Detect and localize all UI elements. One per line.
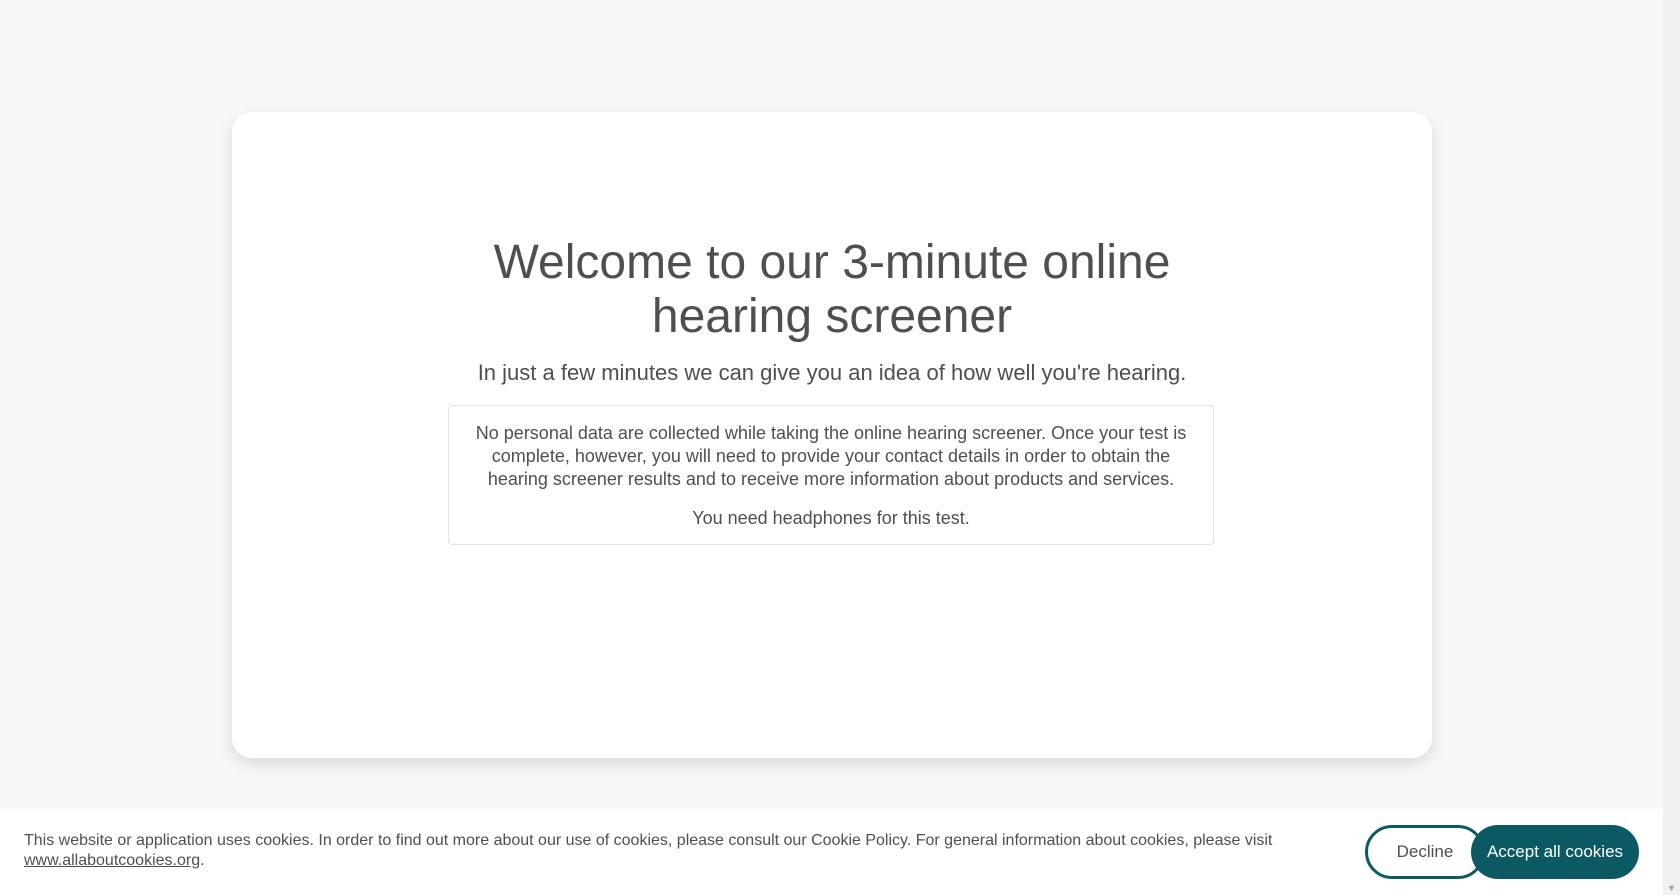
decline-cookies-button[interactable]: Decline	[1365, 825, 1485, 879]
accept-all-cookies-button[interactable]: Accept all cookies	[1471, 825, 1639, 879]
info-box: No personal data are collected while tak…	[448, 405, 1214, 545]
cookie-banner-message: This website or application uses cookies…	[24, 832, 1273, 849]
allaboutcookies-link[interactable]: www.allaboutcookies.org	[24, 852, 200, 869]
screener-welcome-card: Welcome to our 3-minute online hearing s…	[232, 112, 1432, 758]
page-title: Welcome to our 3-minute online hearing s…	[493, 236, 1171, 343]
cookie-banner: This website or application uses cookies…	[0, 809, 1663, 895]
headphones-notice-text: You need headphones for this test.	[692, 508, 970, 528]
cookie-banner-text: This website or application uses cookies…	[24, 831, 1324, 871]
scroll-down-arrow-icon[interactable]: ▼	[1667, 883, 1676, 893]
page-viewport: Welcome to our 3-minute online hearing s…	[0, 0, 1663, 895]
vertical-scrollbar[interactable]: ▼	[1663, 0, 1680, 895]
privacy-notice-text: No personal data are collected while tak…	[475, 423, 1187, 489]
cookie-banner-period: .	[200, 852, 205, 869]
page-subtitle: In just a few minutes we can give you an…	[477, 360, 1187, 385]
